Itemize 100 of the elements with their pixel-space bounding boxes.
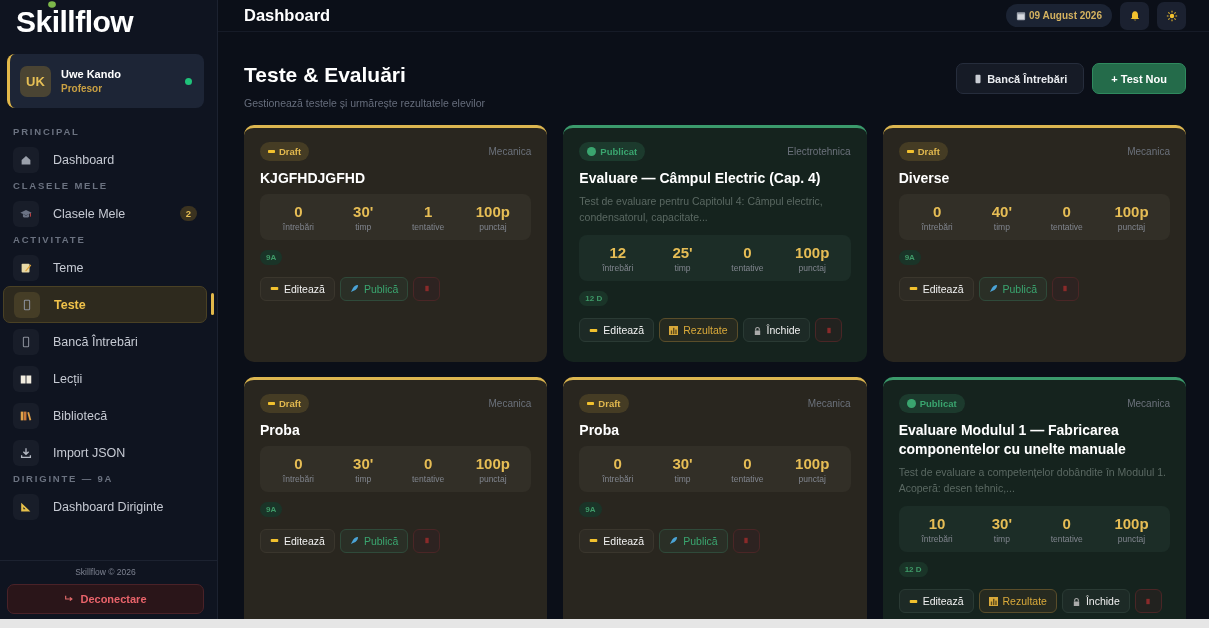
- status-badge: Publicat: [898, 394, 965, 413]
- dash-icon: [906, 150, 914, 153]
- stat-label: tentative: [412, 473, 445, 484]
- publish-button[interactable]: Publică: [978, 276, 1047, 301]
- edit-button[interactable]: Editează: [898, 589, 974, 614]
- subject-label: Mecanica: [488, 146, 532, 157]
- stat-value: 10: [928, 515, 946, 533]
- stat-value: 0: [743, 454, 752, 472]
- edit-button[interactable]: Editează: [579, 318, 655, 343]
- delete-button[interactable]: [413, 276, 441, 301]
- delete-button[interactable]: [413, 528, 441, 553]
- nav-item[interactable]: Bancă Întrebări: [3, 323, 207, 360]
- bell-icon: [1128, 9, 1141, 22]
- stat-label: întrebări: [602, 263, 634, 274]
- stat-value: 30': [672, 454, 693, 472]
- copyright: Skillflow © 2026: [75, 567, 136, 577]
- stat-label: timp: [674, 473, 691, 484]
- active-indicator: [211, 293, 214, 315]
- stat-value: 100p: [475, 202, 510, 220]
- nav-item[interactable]: Import JSON: [3, 434, 207, 471]
- stat-label: tentative: [412, 221, 445, 232]
- nav-item[interactable]: Bibliotecă: [3, 397, 207, 434]
- stat-label: timp: [674, 263, 691, 274]
- stat-value: 40': [991, 202, 1012, 220]
- stat-value: 100p: [1114, 202, 1149, 220]
- close-button[interactable]: Închide: [1061, 589, 1130, 614]
- page-title: Teste & Evaluări: [244, 63, 407, 87]
- stat-label: punctaj: [798, 263, 826, 274]
- stat-value: 30': [991, 515, 1012, 533]
- stat-value: 25': [672, 244, 693, 262]
- class-tag: 12 D: [898, 562, 928, 578]
- bar-chart-icon: [988, 596, 998, 606]
- sun-icon: [1165, 9, 1178, 22]
- stat-label: punctaj: [1117, 221, 1146, 232]
- count-badge: 2: [179, 206, 197, 221]
- page-subtitle: Gestionează testele și urmărește rezultatele elevilor: [244, 97, 486, 109]
- question-bank-button[interactable]: Bancă Întrebări: [956, 63, 1085, 94]
- class-tag: 9A: [260, 501, 283, 517]
- stat-label: tentative: [1050, 221, 1083, 232]
- user-name: Uwe Kando: [61, 68, 122, 80]
- notifications-button[interactable]: [1120, 1, 1149, 30]
- download-icon: [19, 445, 33, 460]
- stat-label: întrebări: [282, 473, 314, 484]
- close-button[interactable]: Închide: [742, 318, 811, 343]
- class-tag: 9A: [898, 249, 921, 265]
- edit-button[interactable]: Editează: [260, 276, 335, 301]
- delete-button[interactable]: [732, 528, 760, 553]
- date-pill: 09 August 2026: [1006, 4, 1112, 27]
- nav-item[interactable]: Lecții: [3, 360, 207, 397]
- results-button[interactable]: Rezultate: [978, 589, 1057, 614]
- logout-button[interactable]: Deconectare: [7, 584, 204, 614]
- stat-value: 100p: [1114, 515, 1149, 533]
- stat-value: 0: [613, 454, 622, 472]
- dot-icon: [906, 399, 916, 408]
- subject-label: Electrotehnica: [787, 146, 851, 157]
- test-title: Proba: [260, 421, 301, 440]
- nav-item[interactable]: Clasele Mele 2: [3, 195, 207, 232]
- class-tag: 9A: [260, 249, 283, 265]
- delete-button[interactable]: [1052, 276, 1079, 301]
- stat-label: întrebări: [921, 534, 953, 545]
- avatar: UK: [20, 65, 51, 97]
- nav-item[interactable]: Teme: [3, 249, 207, 286]
- stat-value: 100p: [795, 244, 830, 262]
- status-badge: Draft: [260, 142, 310, 161]
- section-label: DIRIGINTE — 9A: [12, 473, 115, 484]
- new-test-button[interactable]: + Test Nou: [1092, 63, 1186, 94]
- stat-value: 0: [932, 202, 942, 220]
- publish-button[interactable]: Publică: [339, 276, 409, 301]
- stat-value: 30': [353, 454, 374, 472]
- delete-button[interactable]: [1134, 589, 1162, 614]
- brand-logo: Skillflow: [16, 9, 134, 35]
- stat-label: punctaj: [798, 473, 826, 484]
- stat-label: tentative: [731, 263, 764, 274]
- stat-value: 30': [353, 202, 374, 220]
- stat-value: 0: [294, 454, 303, 472]
- section-label: ACTIVITATE: [12, 234, 87, 245]
- class-tag: 12 D: [579, 291, 609, 307]
- results-button[interactable]: Rezultate: [659, 318, 738, 343]
- nav-item[interactable]: Dashboard: [3, 141, 207, 178]
- stat-label: punctaj: [479, 221, 507, 232]
- stat-value: 0: [294, 202, 303, 220]
- test-title: Proba: [579, 421, 620, 440]
- theme-button[interactable]: [1157, 1, 1186, 30]
- publish-button[interactable]: Publică: [659, 528, 728, 553]
- publish-button[interactable]: Publică: [339, 528, 409, 553]
- user-role: Profesor: [61, 83, 104, 94]
- edit-button[interactable]: Editează: [579, 528, 655, 553]
- edit-button[interactable]: Editează: [260, 528, 335, 553]
- dash-icon: [268, 402, 275, 405]
- calendar-icon: [1016, 10, 1026, 21]
- subject-label: Mecanica: [1127, 146, 1170, 157]
- lock-icon: [1071, 596, 1081, 606]
- subject-label: Mecanica: [807, 398, 851, 409]
- stat-label: întrebări: [602, 473, 634, 484]
- test-title: Evaluare — Câmpul Electric (Cap. 4): [579, 169, 822, 188]
- status-badge: Draft: [898, 142, 948, 161]
- delete-button[interactable]: [815, 318, 843, 343]
- bar-chart-icon: [669, 325, 679, 335]
- nav-item[interactable]: Dashboard Diriginte: [3, 488, 207, 525]
- edit-button[interactable]: Editează: [898, 276, 974, 301]
